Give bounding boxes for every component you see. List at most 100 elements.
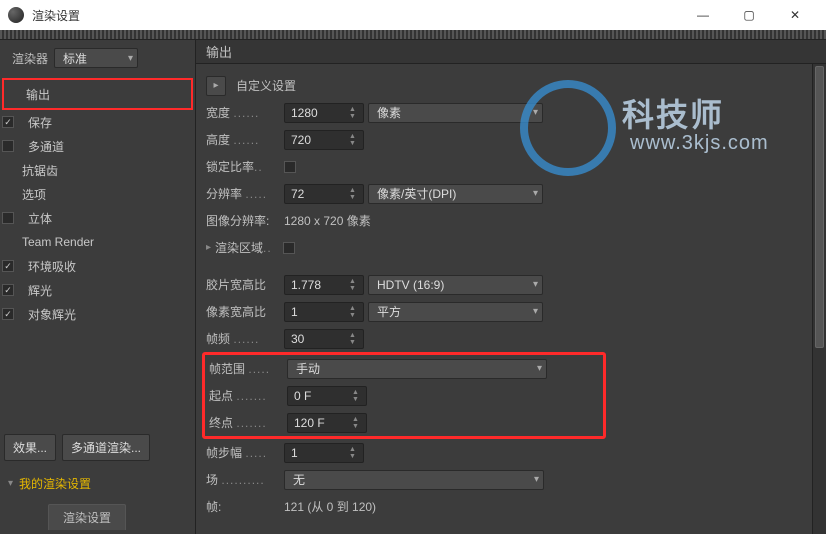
sidebar-item-label: 对象辉光 (28, 306, 76, 323)
sidebar-item-multipass[interactable]: 多通道 (0, 134, 195, 158)
preset-row[interactable]: ▾ 我的渲染设置 (0, 469, 195, 498)
checkbox-icon[interactable] (2, 284, 14, 296)
film-aspect-label: 胶片宽高比 (206, 276, 280, 293)
checkbox-icon[interactable] (2, 260, 14, 272)
toolbar-strip (0, 30, 826, 40)
app-icon (8, 7, 24, 23)
sidebar-item-label: 保存 (28, 114, 52, 131)
step-label: 帧步幅 ..... (206, 444, 280, 461)
window-controls: — ▢ ✕ (680, 0, 818, 30)
stepper-down-icon[interactable]: ▼ (349, 339, 361, 346)
stepper-down-icon[interactable]: ▼ (349, 140, 361, 147)
checkbox-icon[interactable] (2, 212, 14, 224)
minimize-button[interactable]: — (680, 0, 726, 30)
stepper-down-icon[interactable]: ▼ (352, 423, 364, 430)
pixel-aspect-input[interactable]: 1 ▲▼ (284, 302, 364, 322)
stepper-down-icon[interactable]: ▼ (349, 453, 361, 460)
stepper-down-icon[interactable]: ▼ (352, 396, 364, 403)
sidebar-item-label: 选项 (22, 186, 46, 203)
lock-ratio-checkbox[interactable] (284, 161, 296, 173)
sidebar-item-glow[interactable]: 辉光 (0, 278, 195, 302)
sidebar: 渲染器 标准 输出 保存 多通道 抗锯齿 选项 (0, 40, 196, 534)
stepper-up-icon[interactable]: ▲ (349, 305, 361, 312)
multipass-render-button[interactable]: 多通道渲染... (62, 434, 150, 461)
width-label: 宽度 ...... (206, 104, 280, 121)
end-frame-input[interactable]: 120 F ▲▼ (287, 413, 367, 433)
frame-step-input[interactable]: 1 ▲▼ (284, 443, 364, 463)
fps-label: 帧频 ...... (206, 330, 280, 347)
sidebar-item-label: 输出 (26, 86, 50, 103)
maximize-button[interactable]: ▢ (726, 0, 772, 30)
render-region-checkbox[interactable] (283, 242, 295, 254)
tab-render-settings[interactable]: 渲染设置 (48, 504, 126, 530)
height-label: 高度 ...... (206, 131, 280, 148)
scrollbar[interactable] (812, 64, 826, 534)
sidebar-item-label: 抗锯齿 (22, 162, 58, 179)
stepper-down-icon[interactable]: ▼ (349, 113, 361, 120)
checkbox-icon[interactable] (2, 140, 14, 152)
renderer-select[interactable]: 标准 (54, 48, 138, 68)
preset-menu-button[interactable]: ▸ (206, 76, 226, 96)
sidebar-item-label: 环境吸收 (28, 258, 76, 275)
sidebar-item-save[interactable]: 保存 (0, 110, 195, 134)
checkbox-icon[interactable] (2, 308, 14, 320)
content-panel: 输出 ▸ 自定义设置 宽度 ...... 1280 ▲▼ 像素 高度 .....… (196, 40, 826, 534)
image-res-label: 图像分辨率: (206, 212, 280, 229)
effects-button[interactable]: 效果... (4, 434, 56, 461)
content-header: 输出 (196, 40, 826, 64)
stepper-up-icon[interactable]: ▲ (352, 416, 364, 423)
sidebar-item-ao[interactable]: 环境吸收 (0, 254, 195, 278)
close-button[interactable]: ✕ (772, 0, 818, 30)
field-select[interactable]: 无 (284, 470, 544, 490)
frames-label: 帧: (206, 498, 280, 515)
fps-input[interactable]: 30 ▲▼ (284, 329, 364, 349)
resolution-input[interactable]: 72 ▲▼ (284, 184, 364, 204)
film-aspect-select[interactable]: HDTV (16:9) (368, 275, 543, 295)
sidebar-item-antialiasing[interactable]: 抗锯齿 (0, 158, 195, 182)
pixel-aspect-label: 像素宽高比 (206, 303, 280, 320)
stepper-up-icon[interactable]: ▲ (352, 389, 364, 396)
checkbox-icon[interactable] (2, 116, 14, 128)
end-label: 终点 ....... (209, 414, 283, 431)
stepper-up-icon[interactable]: ▲ (349, 106, 361, 113)
chevron-down-icon[interactable]: ▾ (8, 478, 13, 489)
annotation-highlight-frame-range: 帧范围 ..... 手动 起点 ....... 0 F ▲▼ 终点 ......… (202, 352, 606, 439)
stepper-up-icon[interactable]: ▲ (349, 446, 361, 453)
stepper-up-icon[interactable]: ▲ (349, 133, 361, 140)
resolution-label: 分辨率 ..... (206, 185, 280, 202)
width-unit-select[interactable]: 像素 (368, 103, 543, 123)
sidebar-item-object-glow[interactable]: 对象辉光 (0, 302, 195, 326)
film-aspect-input[interactable]: 1.778 ▲▼ (284, 275, 364, 295)
resolution-unit-select[interactable]: 像素/英寸(DPI) (368, 184, 543, 204)
sidebar-item-label: Team Render (22, 235, 94, 249)
sidebar-list: 输出 保存 多通道 抗锯齿 选项 立体 (0, 78, 195, 426)
stepper-up-icon[interactable]: ▲ (349, 332, 361, 339)
image-res-value: 1280 x 720 像素 (284, 212, 371, 229)
stepper-down-icon[interactable]: ▼ (349, 285, 361, 292)
sidebar-item-stereo[interactable]: 立体 (0, 206, 195, 230)
renderer-label: 渲染器 (12, 50, 48, 67)
stepper-up-icon[interactable]: ▲ (349, 278, 361, 285)
sidebar-item-label: 辉光 (28, 282, 52, 299)
titlebar: 渲染设置 — ▢ ✕ (0, 0, 826, 30)
stepper-down-icon[interactable]: ▼ (349, 194, 361, 201)
chevron-right-icon[interactable]: ▸ (206, 242, 211, 253)
frame-range-label: 帧范围 ..... (209, 360, 283, 377)
sidebar-item-output[interactable]: 输出 (4, 82, 191, 106)
render-region-label: 渲染区域.. (215, 239, 279, 256)
lock-ratio-label: 锁定比率.. (206, 158, 280, 175)
sidebar-item-team-render[interactable]: Team Render (0, 230, 195, 254)
start-frame-input[interactable]: 0 F ▲▼ (287, 386, 367, 406)
sidebar-item-label: 多通道 (28, 138, 64, 155)
preset-label: 我的渲染设置 (19, 475, 91, 492)
stepper-up-icon[interactable]: ▲ (349, 187, 361, 194)
custom-preset-label: 自定义设置 (236, 77, 296, 94)
scrollbar-thumb (815, 66, 824, 348)
height-input[interactable]: 720 ▲▼ (284, 130, 364, 150)
start-label: 起点 ....... (209, 387, 283, 404)
pixel-aspect-select[interactable]: 平方 (368, 302, 543, 322)
frame-range-select[interactable]: 手动 (287, 359, 547, 379)
stepper-down-icon[interactable]: ▼ (349, 312, 361, 319)
width-input[interactable]: 1280 ▲▼ (284, 103, 364, 123)
sidebar-item-options[interactable]: 选项 (0, 182, 195, 206)
